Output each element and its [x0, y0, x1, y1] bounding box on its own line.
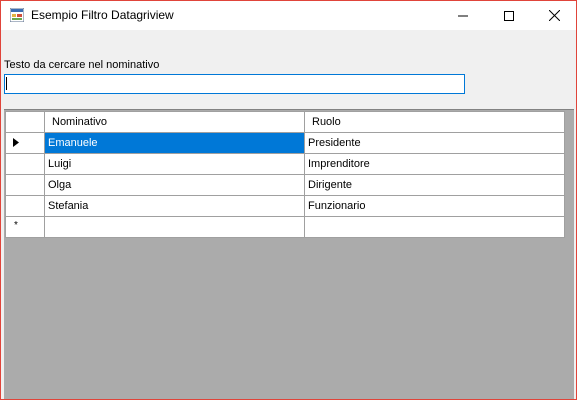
maximize-icon [504, 10, 514, 21]
text-caret [6, 77, 7, 90]
column-header-ruolo[interactable]: Ruolo [304, 111, 565, 133]
minimize-icon [458, 15, 468, 16]
row-header[interactable] [5, 153, 45, 175]
main-window: Esempio Filtro Datagriview Testo da cerc… [0, 0, 577, 400]
table-row[interactable]: Emanuele Presidente [5, 132, 565, 154]
grid-corner-header[interactable] [5, 111, 45, 133]
close-icon [548, 10, 560, 21]
column-header-nominativo[interactable]: Nominativo [44, 111, 305, 133]
title-bar[interactable]: Esempio Filtro Datagriview [1, 1, 576, 30]
row-header[interactable] [5, 195, 45, 217]
cell-nominativo[interactable]: Olga [44, 174, 305, 196]
cell-nominativo[interactable]: Luigi [44, 153, 305, 175]
maximize-button[interactable] [486, 1, 532, 30]
cell-nominativo[interactable] [44, 216, 305, 238]
table-row[interactable]: Luigi Imprenditore [5, 153, 565, 175]
table-row[interactable]: Olga Dirigente [5, 174, 565, 196]
grid-header-row: Nominativo Ruolo [5, 111, 565, 133]
cell-ruolo[interactable]: Presidente [304, 132, 565, 154]
cell-ruolo[interactable] [304, 216, 565, 238]
new-row[interactable]: * [5, 216, 565, 238]
current-row-arrow-icon [13, 138, 19, 147]
cell-ruolo[interactable]: Funzionario [304, 195, 565, 217]
row-header[interactable]: * [5, 216, 45, 238]
data-grid[interactable]: Nominativo Ruolo Emanuele Presidente Lui… [4, 109, 574, 399]
window-title: Esempio Filtro Datagriview [31, 8, 174, 22]
search-label: Testo da cercare nel nominativo [4, 59, 160, 71]
new-row-marker: * [14, 220, 18, 231]
cell-ruolo[interactable]: Dirigente [304, 174, 565, 196]
winforms-app-icon [10, 8, 24, 22]
data-grid-table: Nominativo Ruolo Emanuele Presidente Lui… [5, 111, 565, 238]
cell-ruolo[interactable]: Imprenditore [304, 153, 565, 175]
cell-nominativo[interactable]: Emanuele [44, 132, 305, 154]
search-input[interactable] [4, 74, 465, 94]
row-header[interactable] [5, 132, 45, 154]
cell-nominativo[interactable]: Stefania [44, 195, 305, 217]
minimize-button[interactable] [440, 1, 486, 30]
close-button[interactable] [531, 1, 577, 30]
row-header[interactable] [5, 174, 45, 196]
table-row[interactable]: Stefania Funzionario [5, 195, 565, 217]
